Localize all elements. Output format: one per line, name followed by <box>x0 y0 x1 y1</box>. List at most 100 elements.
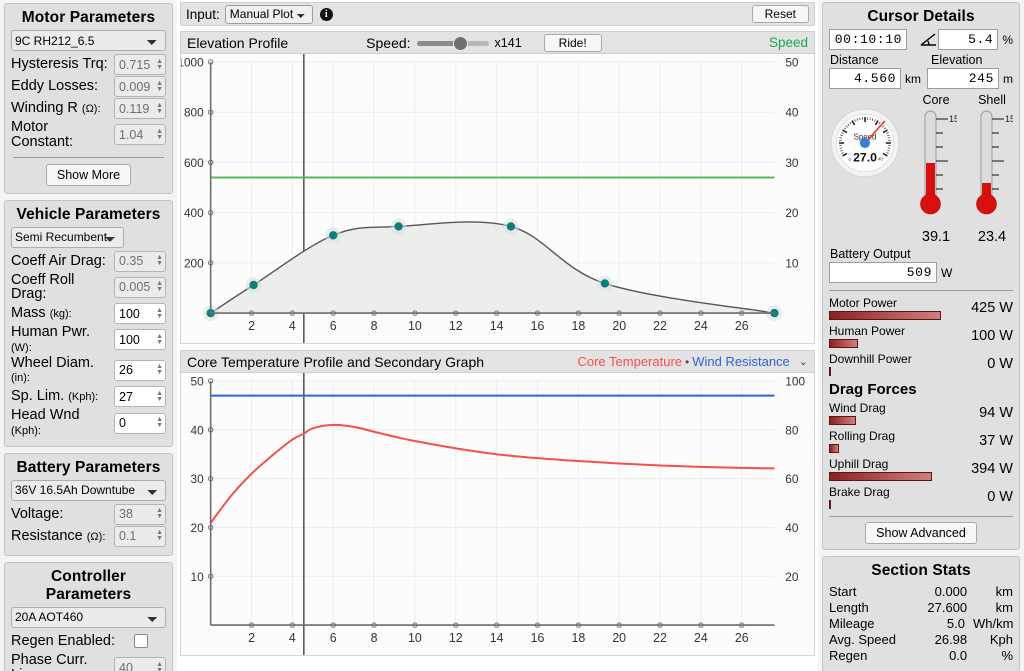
shell-thermometer-icon: 150 <box>976 110 1020 215</box>
motor-field-constant: Motor Constant: 1.04 ▲ ▼ <box>11 120 166 150</box>
bar-wind-drag-label: Wind Drag <box>829 401 886 415</box>
svg-text:10: 10 <box>785 256 799 270</box>
core-legend-secondary[interactable]: Wind Resistance <box>692 354 790 369</box>
cursor-distance-field[interactable]: 4.560 <box>829 68 901 89</box>
bar-motor-power-left: Motor Power <box>829 296 971 320</box>
shell-thermometer-scale: 150 <box>1005 114 1013 124</box>
vehicle-field-wheel-diam-input[interactable]: 26 ▲ ▼ <box>114 359 166 381</box>
controller-select[interactable]: 20A AOT460 <box>11 606 166 628</box>
motor-field-constant-input[interactable]: 1.04 ▲ ▼ <box>114 124 166 146</box>
battery-output-label: Battery Output <box>830 247 911 261</box>
svg-text:80: 80 <box>785 423 799 437</box>
motor-select[interactable]: 9C RH212_6.5 <box>11 30 166 51</box>
spinner-arrows-icon[interactable]: ▲ ▼ <box>156 307 163 320</box>
spinner-arrows-icon[interactable]: ▲ ▼ <box>156 390 163 403</box>
table-row: Regen 0.0 % <box>829 648 1013 663</box>
spinner-arrows-icon[interactable]: ▲ ▼ <box>156 254 163 267</box>
vehicle-select[interactable]: Semi Recumbent <box>11 226 124 248</box>
cursor-grade-field[interactable]: 5.4 <box>938 29 999 50</box>
info-icon[interactable]: i <box>319 7 333 21</box>
spinner-arrows-icon[interactable]: ▲ ▼ <box>156 58 163 71</box>
spinner-arrows-icon[interactable]: ▲ ▼ <box>156 333 163 346</box>
core-temperature-plot[interactable]: 10 20 30 40 50 20 40 60 80 100 2 4 6 8 10 12 14 16 18 20 22 2… <box>180 373 815 656</box>
speed-slider-group: Speed: x141 <box>366 35 522 51</box>
vehicle-field-wheel-diam: Wheel Diam. (in): 26 ▲ ▼ <box>11 355 166 386</box>
battery-output-field[interactable]: 509 <box>829 262 937 283</box>
svg-text:8: 8 <box>371 319 378 333</box>
spinner-arrows-icon[interactable]: ▲ ▼ <box>156 507 163 520</box>
motor-field-eddy-value: 0.009 <box>119 79 151 94</box>
controller-field-phase-current: Phase Curr. Lim: 40 ▲▼ <box>11 653 166 671</box>
show-advanced-wrap: Show Advanced <box>829 522 1013 544</box>
vehicle-field-headwind-label: Head Wnd (Kph): <box>11 407 80 438</box>
vehicle-field-speed-limit-input[interactable]: 27 ▲ ▼ <box>114 386 166 408</box>
battery-select[interactable]: 36V 16.5Ah Downtube <box>11 479 166 501</box>
battery-output-row: 509 W <box>829 262 1013 283</box>
vehicle-field-human-power-label: Human Pwr. (W): <box>11 324 90 354</box>
controller-field-phase-current-input[interactable]: 40 ▲ ▼ <box>114 657 166 671</box>
stat-key: Start <box>829 584 857 599</box>
motor-field-winding: Winding R (Ω): 0.119 ▲ ▼ <box>11 98 166 119</box>
elevation-plot[interactable]: 2004006008001000102030405024681012141618… <box>180 54 815 344</box>
vehicle-panel-title: Vehicle Parameters <box>16 205 161 223</box>
spinner-arrows-icon[interactable]: ▲ ▼ <box>156 80 163 93</box>
bar-rolling-drag-label: Rolling Drag <box>829 429 896 443</box>
vehicle-field-human-power-input[interactable]: 100 ▲ ▼ <box>114 329 166 351</box>
svg-text:40: 40 <box>191 423 205 437</box>
stat-key: Regen <box>829 648 868 663</box>
vehicle-field-speed-limit-value: 27 <box>119 389 133 404</box>
elevation-label: Elevation <box>931 53 983 67</box>
controller-field-phase-current-label: Phase Curr. Lim: <box>11 651 88 671</box>
bar-rolling-drag: Rolling Drag 37 W <box>829 429 1013 453</box>
spinner-arrows-icon[interactable]: ▲ ▼ <box>156 416 163 429</box>
cursor-time-field[interactable]: 00:10:10 <box>829 29 907 50</box>
input-mode-select[interactable]: Manual Plot <box>224 4 313 24</box>
speed-slider-knob[interactable] <box>452 35 468 51</box>
ride-button[interactable]: Ride! <box>543 33 602 52</box>
vehicle-field-headwind-input[interactable]: 0 ▲ ▼ <box>114 412 166 434</box>
motor-field-eddy-input[interactable]: 0.009 ▲ ▼ <box>114 76 166 97</box>
battery-field-resistance-input[interactable]: 0.1 ▲ ▼ <box>114 525 166 547</box>
svg-text:40: 40 <box>785 106 799 120</box>
stat-key: Length <box>829 600 869 615</box>
bar-downhill-power-fill <box>829 367 831 376</box>
vehicle-field-air-drag-input[interactable]: 0.35 ▲ ▼ <box>114 250 166 272</box>
core-legend-primary[interactable]: Core Temperature <box>577 354 682 369</box>
bar-brake-drag-label: Brake Drag <box>829 485 890 499</box>
spinner-arrows-icon[interactable]: ▲ ▼ <box>156 661 163 671</box>
battery-field-voltage-input[interactable]: 38 ▲ ▼ <box>114 503 166 525</box>
chevron-down-icon[interactable]: ⌄ <box>799 355 808 368</box>
spinner-arrows-icon[interactable]: ▲ ▼ <box>156 529 163 542</box>
show-more-button[interactable]: Show More <box>45 163 132 186</box>
bar-uphill-drag-fill <box>829 472 933 481</box>
stat-key: Avg. Speed <box>829 632 896 647</box>
table-row: Mileage 5.0 Wh/km <box>829 616 1013 631</box>
spinner-arrows-icon[interactable]: ▲ ▼ <box>156 128 163 141</box>
spinner-arrows-icon[interactable]: ▲ ▼ <box>156 102 163 115</box>
spinner-arrows-icon[interactable]: ▲ ▼ <box>156 363 163 376</box>
cursor-distance-unit: km <box>905 71 921 86</box>
spinner-arrows-icon[interactable]: ▲ ▼ <box>156 280 163 293</box>
svg-text:200: 200 <box>184 256 204 270</box>
show-advanced-button[interactable]: Show Advanced <box>865 522 977 544</box>
svg-text:10: 10 <box>408 631 422 645</box>
bar-brake-drag: Brake Drag 0 W <box>829 485 1013 509</box>
distance-label: Distance <box>830 53 879 67</box>
core-axes: 1020304050204060801002 4 6 8 10 12 14 16 18 20 22 2… <box>191 374 806 645</box>
regen-enabled-checkbox[interactable] <box>134 634 148 649</box>
controller-parameters-panel: Controller Parameters 20A AOT460 Regen E… <box>4 561 173 671</box>
cursor-elevation-field[interactable]: 245 <box>927 68 999 89</box>
svg-text:6: 6 <box>330 631 337 645</box>
motor-field-hysteresis-input[interactable]: 0.715 ▲ ▼ <box>114 54 166 75</box>
speed-slider[interactable] <box>416 35 489 51</box>
motor-field-winding-value: 0.119 <box>119 101 150 116</box>
vehicle-field-mass-input[interactable]: 100 ▲ ▼ <box>114 303 166 325</box>
svg-text:10: 10 <box>191 570 205 584</box>
bar-rolling-drag-fill <box>829 444 840 453</box>
motor-field-winding-input[interactable]: 0.119 ▲ ▼ <box>114 98 166 119</box>
reset-button[interactable]: Reset <box>751 5 809 23</box>
vehicle-field-roll-drag-input[interactable]: 0.005 ▲ ▼ <box>114 276 166 298</box>
elevation-legend-speed[interactable]: Speed <box>769 35 808 50</box>
bar-motor-power-track <box>829 311 965 320</box>
motor-field-hysteresis-value: 0.715 <box>119 57 151 72</box>
